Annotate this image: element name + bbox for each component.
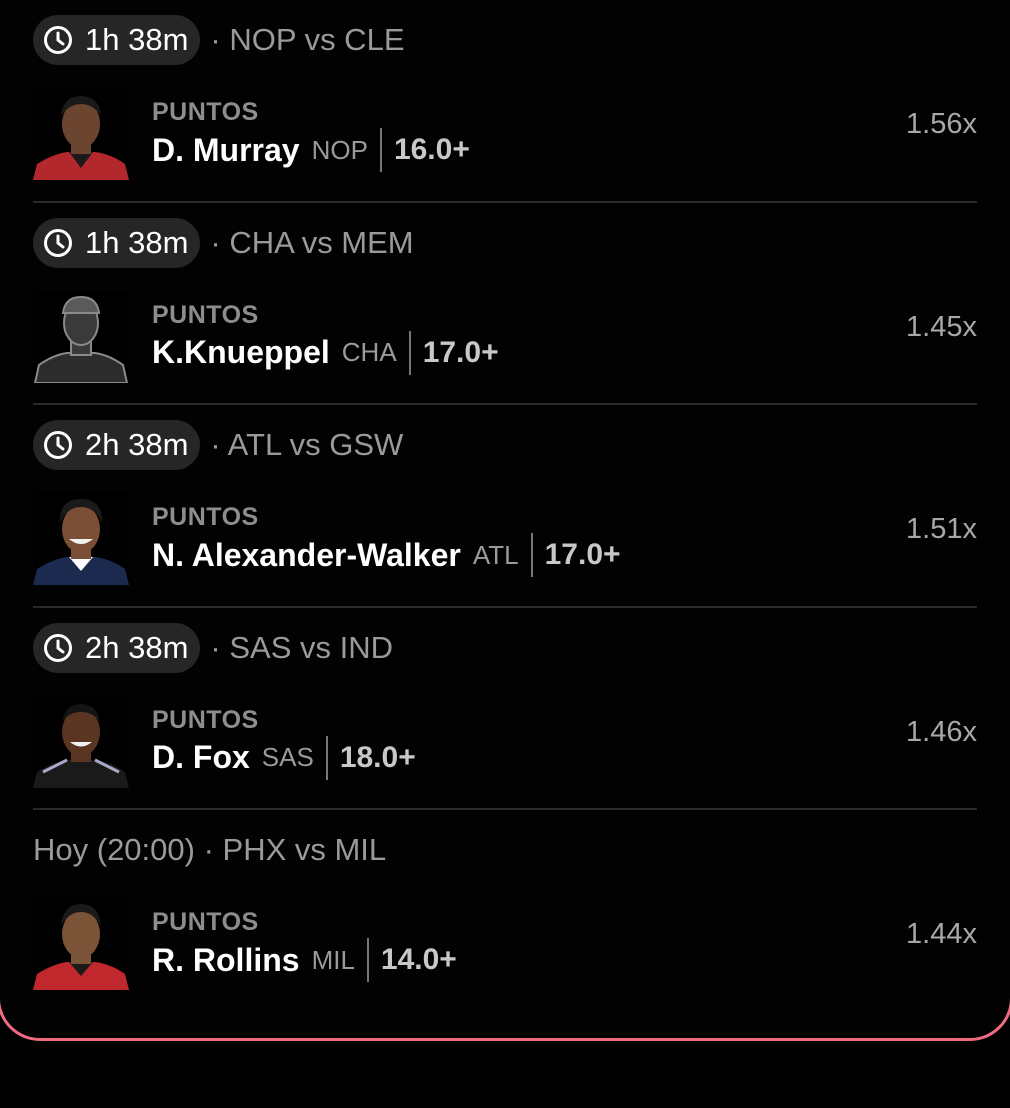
prop-row[interactable]: 2h 38m · SAS vs IND PUNTOS D. Fox SAS 18… bbox=[33, 608, 977, 810]
clock-icon bbox=[44, 228, 72, 257]
market-label: PUNTOS bbox=[152, 705, 259, 734]
player-line: D. Fox SAS 18.0+ bbox=[152, 735, 416, 780]
player-line: K.Knueppel CHA 17.0+ bbox=[152, 330, 499, 375]
game-header: 2h 38m · SAS vs IND bbox=[33, 622, 393, 673]
divider bbox=[530, 533, 533, 577]
odds-value[interactable]: 1.46x bbox=[906, 716, 977, 749]
player-name: R. Rollins bbox=[152, 941, 300, 978]
prop-line: 18.0+ bbox=[339, 740, 416, 774]
odds-value[interactable]: 1.51x bbox=[906, 513, 977, 546]
game-header: 1h 38m · CHA vs MEM bbox=[33, 217, 414, 268]
clock-icon bbox=[44, 431, 72, 459]
prop-row[interactable]: Hoy (20:00) · PHX vs MIL PUNTOS R. Rolli… bbox=[33, 810, 977, 1013]
team-abbr: NOP bbox=[311, 134, 368, 165]
player-avatar bbox=[33, 88, 129, 180]
odds-value[interactable]: 1.44x bbox=[906, 918, 977, 951]
clock-icon bbox=[44, 633, 72, 662]
game-time-matchup: Hoy (20:00) · PHX vs MIL bbox=[33, 832, 387, 867]
team-abbr: CHA bbox=[341, 337, 397, 367]
countdown-pill: 2h 38m bbox=[33, 622, 201, 673]
divider bbox=[408, 330, 411, 375]
matchup-text: · SAS vs IND bbox=[210, 629, 393, 665]
player-line: N. Alexander-Walker ATL 17.0+ bbox=[152, 533, 621, 577]
market-label: PUNTOS bbox=[152, 908, 259, 936]
prop-row[interactable]: 1h 38m · NOP vs CLE PUNTOS D. Murray NOP… bbox=[33, 0, 977, 203]
player-avatar bbox=[33, 493, 129, 585]
bet-card-frame: 1h 38m · NOP vs CLE PUNTOS D. Murray NOP… bbox=[0, 0, 1010, 1038]
player-name: K.Knueppel bbox=[152, 334, 330, 370]
team-abbr: SAS bbox=[261, 742, 314, 772]
countdown-text: 1h 38m bbox=[85, 224, 189, 260]
prop-line: 16.0+ bbox=[393, 133, 470, 166]
divider bbox=[325, 735, 328, 780]
player-avatar bbox=[33, 695, 129, 788]
odds-value[interactable]: 1.56x bbox=[906, 108, 977, 141]
prop-line: 17.0+ bbox=[544, 538, 621, 571]
game-header: Hoy (20:00) · PHX vs MIL bbox=[33, 825, 386, 875]
prop-row[interactable]: 1h 38m · CHA vs MEM PUNTOS K.Knueppel CH… bbox=[33, 203, 977, 405]
divider bbox=[366, 938, 369, 982]
divider bbox=[379, 128, 382, 172]
market-label: PUNTOS bbox=[152, 503, 259, 531]
game-header: 2h 38m · ATL vs GSW bbox=[33, 420, 403, 470]
matchup-text: · ATL vs GSW bbox=[210, 427, 404, 462]
player-line: R. Rollins MIL 14.0+ bbox=[152, 938, 457, 982]
countdown-pill: 2h 38m bbox=[33, 420, 201, 470]
player-name: D. Murray bbox=[152, 131, 300, 168]
prop-line: 17.0+ bbox=[422, 335, 499, 369]
prop-row[interactable]: 2h 38m · ATL vs GSW PUNTOS N. Alexander-… bbox=[33, 405, 977, 608]
countdown-text: 1h 38m bbox=[85, 22, 189, 57]
player-line: D. Murray NOP 16.0+ bbox=[152, 128, 470, 172]
countdown-pill: 1h 38m bbox=[33, 217, 201, 268]
market-label: PUNTOS bbox=[152, 98, 259, 126]
clock-icon bbox=[44, 26, 72, 54]
team-abbr: MIL bbox=[311, 944, 355, 975]
props-list: 1h 38m · NOP vs CLE PUNTOS D. Murray NOP… bbox=[0, 0, 1010, 1013]
player-name: N. Alexander-Walker bbox=[152, 536, 461, 573]
countdown-text: 2h 38m bbox=[85, 629, 189, 665]
prop-line: 14.0+ bbox=[380, 943, 457, 976]
player-avatar bbox=[33, 898, 129, 990]
player-name: D. Fox bbox=[152, 739, 250, 775]
countdown-pill: 1h 38m bbox=[33, 15, 201, 65]
countdown-text: 2h 38m bbox=[85, 427, 189, 462]
team-abbr: ATL bbox=[472, 539, 519, 570]
market-label: PUNTOS bbox=[152, 300, 259, 329]
matchup-text: · NOP vs CLE bbox=[210, 22, 405, 57]
game-header: 1h 38m · NOP vs CLE bbox=[33, 15, 405, 65]
placeholder-avatar-icon bbox=[33, 290, 129, 383]
matchup-text: · CHA vs MEM bbox=[210, 224, 414, 260]
odds-value[interactable]: 1.45x bbox=[906, 311, 977, 344]
